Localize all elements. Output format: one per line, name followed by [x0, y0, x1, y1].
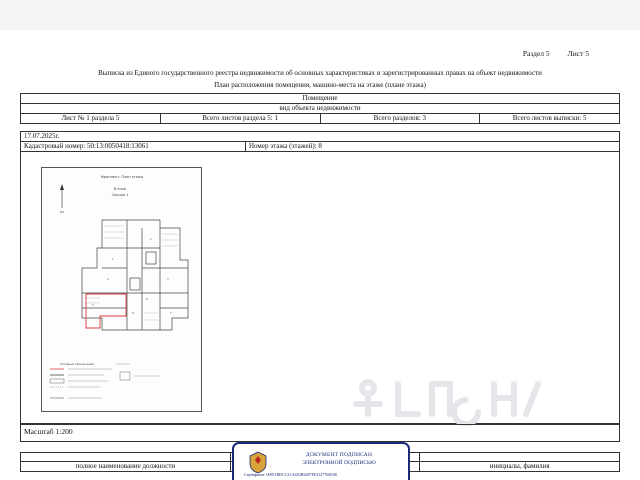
- floor-plan-walls: [81, 219, 189, 331]
- object-kind-caption: вид объекта недвижимости: [20, 103, 620, 114]
- floor-number-cell: Номер этажа (этажей): 8: [245, 141, 620, 152]
- document-title: Выписка из Единого государственного реес…: [20, 67, 620, 91]
- title-line-1: Выписка из Единого государственного реес…: [98, 69, 542, 77]
- svg-text:4: 4: [107, 277, 109, 281]
- svg-text:Ю: Ю: [60, 210, 64, 214]
- extract-sheets-cell: Всего листов выписки: 5: [479, 113, 620, 124]
- scale-label: Масштаб 1:200: [24, 427, 73, 436]
- sheet-reference: Раздел 5 Лист 5: [523, 49, 589, 58]
- plan-heading: Фрагмент. План этажа: [101, 175, 143, 179]
- object-type-cell: Помещение: [20, 93, 620, 104]
- title-line-2: План расположения помещения, машино-мест…: [214, 81, 426, 89]
- section-sheets-cell: Всего листов раздела 5: 1: [159, 113, 321, 124]
- name-caption: инициалы, фамилия: [419, 461, 620, 472]
- svg-text:1: 1: [112, 257, 114, 261]
- svg-text:2: 2: [150, 237, 152, 241]
- scale-row: Масштаб 1:200: [20, 424, 620, 442]
- legend-title: Условные обозначения: [60, 362, 94, 366]
- top-toolbar: [0, 0, 640, 30]
- stamp-certificate: Сертификат: 00951BDC1A1A4E2B6497FE332776…: [244, 472, 337, 477]
- sections-count-cell: Всего разделов: 3: [319, 113, 481, 124]
- stamp-line-1: ДОКУМЕНТ ПОДПИСАН: [305, 452, 373, 458]
- svg-text:6: 6: [146, 297, 148, 301]
- north-arrow-icon: Ю: [60, 184, 64, 214]
- electronic-signature-stamp: ДОКУМЕНТ ПОДПИСАН ЭЛЕКТРОННОЙ ПОДПИСЬЮ С…: [232, 442, 410, 480]
- emblem-icon: [249, 451, 267, 474]
- watermark-logo: [353, 379, 541, 426]
- svg-text:8: 8: [132, 311, 134, 315]
- floor-plan-drawing: Фрагмент. План этажа 8 этаж Секция 1 Ю 1…: [41, 167, 202, 412]
- svg-text:5: 5: [92, 303, 94, 307]
- selected-room-outline: [85, 293, 127, 329]
- sheet-number-cell: Лист № 1 раздела 5: [20, 113, 161, 124]
- plan-floor-label: 8 этаж: [114, 187, 127, 191]
- meta-table: 17.07.2025г. Кадастровый номер: 50:13:00…: [20, 131, 620, 152]
- floor-plan-hatching: [84, 225, 178, 321]
- stamp-line-2: ЭЛЕКТРОННОЙ ПОДПИСЬЮ: [302, 460, 376, 466]
- plan-area: Фрагмент. План этажа 8 этаж Секция 1 Ю 1…: [20, 152, 620, 426]
- sheet-label: Лист 5: [567, 49, 589, 58]
- cadastral-number-cell: Кадастровый номер: 50:13:0050418:13061: [20, 141, 246, 152]
- position-caption: полное наименование должности: [20, 461, 231, 472]
- svg-text:3: 3: [167, 277, 169, 281]
- date-cell: 17.07.2025г.: [20, 131, 620, 142]
- header-table: Помещение вид объекта недвижимости Лист …: [20, 93, 620, 124]
- plan-legend: Условные обозначения: [49, 362, 160, 399]
- plan-section-label: Секция 1: [112, 193, 129, 197]
- svg-text:7: 7: [170, 311, 172, 315]
- section-label: Раздел 5: [522, 49, 550, 58]
